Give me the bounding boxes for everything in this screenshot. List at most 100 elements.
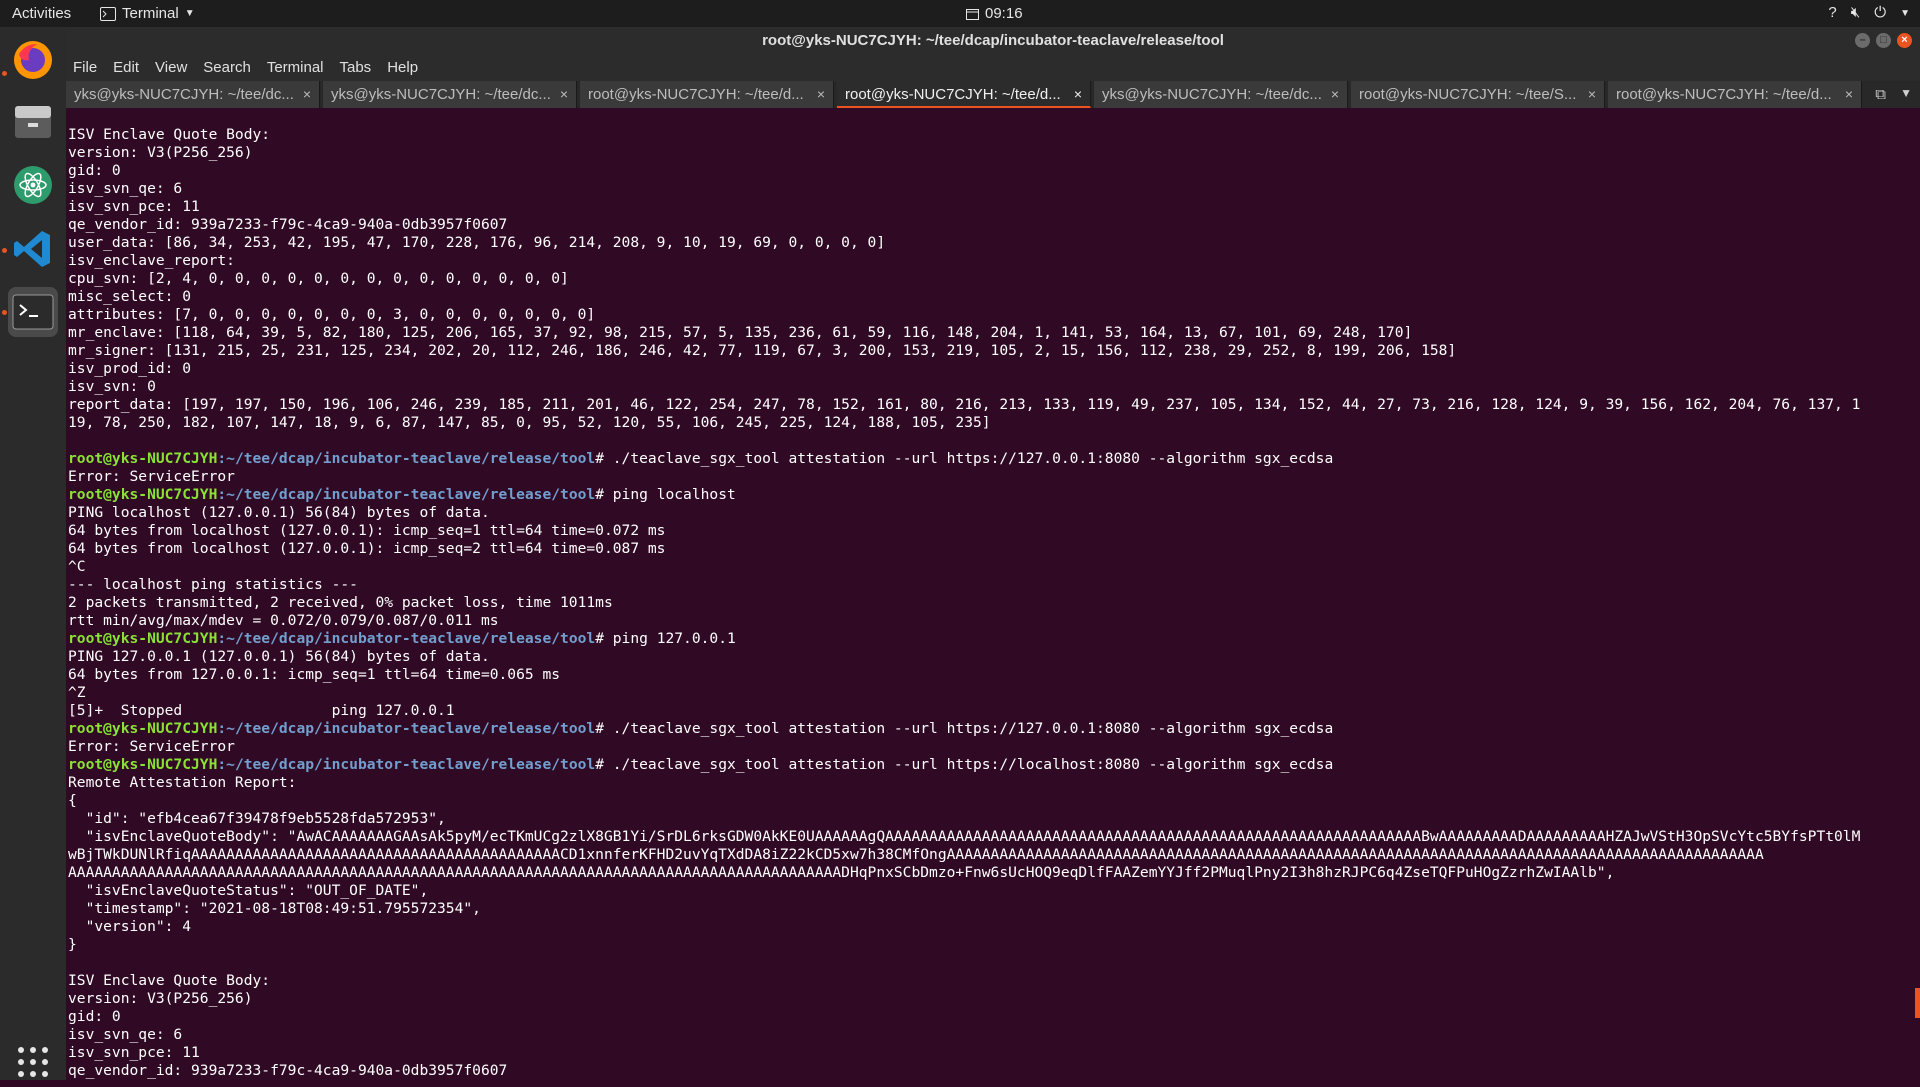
menu-terminal[interactable]: Terminal	[267, 55, 324, 81]
output-line: "isvEnclaveQuoteStatus": "OUT_OF_DATE",	[68, 882, 1914, 900]
close-icon[interactable]: ×	[817, 81, 825, 108]
menu-help[interactable]: Help	[387, 55, 418, 81]
close-icon[interactable]: ×	[1588, 81, 1596, 108]
firefox-icon[interactable]	[8, 35, 58, 85]
output-line: wBjTWkDUNlRfiqAAAAAAAAAAAAAAAAAAAAAAAAAA…	[68, 846, 1914, 864]
line-text: Remote Attestation Report:	[68, 774, 297, 791]
maximize-icon[interactable]: □	[1876, 33, 1891, 48]
new-tab-icon[interactable]: ⧉	[1875, 86, 1886, 103]
terminal-icon[interactable]	[8, 287, 58, 337]
window-titlebar[interactable]: root@yks-NUC7CJYH: ~/tee/dcap/incubator-…	[66, 27, 1920, 55]
tab-label: root@yks-NUC7CJYH: ~/tee/d...	[1616, 86, 1832, 103]
prompt-user-host: root@yks-NUC7CJYH	[68, 720, 218, 737]
output-line: qe_vendor_id: 939a7233-f79c-4ca9-940a-0d…	[68, 1062, 1914, 1080]
output-line: isv_enclave_report:	[68, 252, 1914, 270]
output-line: report_data: [197, 197, 150, 196, 106, 2…	[68, 396, 1914, 414]
output-line: Error: ServiceError	[68, 738, 1914, 756]
prompt-path: :~/tee/dcap/incubator-teaclave/release/t…	[217, 630, 596, 647]
line-text: ISV Enclave Quote Body:	[68, 972, 271, 989]
menu-bar: File Edit View Search Terminal Tabs Help	[66, 55, 1920, 81]
command-line: root@yks-NUC7CJYH:~/tee/dcap/incubator-t…	[68, 720, 1914, 738]
prompt-path: :~/tee/dcap/incubator-teaclave/release/t…	[217, 450, 596, 467]
files-icon[interactable]	[8, 97, 58, 147]
terminal-output[interactable]: ISV Enclave Quote Body: version: V3(P256_…	[68, 126, 1914, 1080]
window-title: root@yks-NUC7CJYH: ~/tee/dcap/incubator-…	[762, 32, 1224, 49]
prompt-user-host: root@yks-NUC7CJYH	[68, 450, 218, 467]
menu-search[interactable]: Search	[203, 55, 251, 81]
output-line: qe_vendor_id: 939a7233-f79c-4ca9-940a-0d…	[68, 216, 1914, 234]
menu-view[interactable]: View	[155, 55, 187, 81]
line-text	[68, 432, 77, 449]
minimize-icon[interactable]: –	[1855, 33, 1870, 48]
output-line: gid: 0	[68, 162, 1914, 180]
terminal-tab[interactable]: root@yks-NUC7CJYH: ~/tee/d... ×	[580, 81, 834, 108]
close-icon[interactable]: ×	[560, 81, 568, 108]
terminal-tab[interactable]: yks@yks-NUC7CJYH: ~/tee/dc... ×	[323, 81, 577, 108]
line-text: # ping localhost	[595, 486, 736, 503]
atom-editor-icon[interactable]	[8, 160, 58, 210]
close-icon[interactable]: ×	[1845, 81, 1853, 108]
volume-muted-icon[interactable]: 🔇︎	[1851, 4, 1860, 24]
terminal-tab-active[interactable]: root@yks-NUC7CJYH: ~/tee/d... ×	[837, 81, 1091, 108]
running-indicator	[2, 71, 7, 76]
output-line: user_data: [86, 34, 253, 42, 195, 47, 17…	[68, 234, 1914, 252]
output-line: "version": 4	[68, 918, 1914, 936]
activities-button[interactable]: Activities	[12, 5, 71, 22]
running-indicator	[2, 248, 7, 253]
menu-file[interactable]: File	[73, 55, 97, 81]
output-line	[68, 432, 1914, 450]
output-line: isv_svn_qe: 6	[68, 1026, 1914, 1044]
chevron-down-icon[interactable]: ▼	[1900, 4, 1910, 24]
line-text: "isvEnclaveQuoteStatus": "OUT_OF_DATE",	[68, 882, 429, 899]
line-text: wBjTWkDUNlRfiqAAAAAAAAAAAAAAAAAAAAAAAAAA…	[68, 846, 1764, 863]
output-line: Error: ServiceError	[68, 468, 1914, 486]
chevron-down-icon: ▼	[184, 8, 195, 19]
help-icon[interactable]: ?	[1828, 4, 1836, 24]
output-line: {	[68, 792, 1914, 810]
close-icon[interactable]: ×	[1074, 81, 1082, 106]
top-bar: Activities Terminal ▼ 09:16 ? 🔇︎ ⏻ ▼	[0, 0, 1920, 27]
line-text: qe_vendor_id: 939a7233-f79c-4ca9-940a-0d…	[68, 216, 508, 233]
output-line: 19, 78, 250, 182, 107, 147, 18, 9, 6, 87…	[68, 414, 1914, 432]
command-line: root@yks-NUC7CJYH:~/tee/dcap/incubator-t…	[68, 630, 1914, 648]
app-menu[interactable]: Terminal ▼	[100, 5, 195, 22]
line-text: }	[68, 936, 77, 953]
tab-label: yks@yks-NUC7CJYH: ~/tee/dc...	[74, 86, 294, 103]
output-line: [5]+ Stopped ping 127.0.0.1	[68, 702, 1914, 720]
tab-label: root@yks-NUC7CJYH: ~/tee/d...	[588, 86, 804, 103]
scrollbar-indicator[interactable]	[1915, 988, 1920, 1018]
tab-label: root@yks-NUC7CJYH: ~/tee/S...	[1359, 86, 1577, 103]
tab-list-chevron-icon[interactable]: ▼	[1900, 86, 1912, 100]
line-text: Error: ServiceError	[68, 738, 235, 755]
prompt-user-host: root@yks-NUC7CJYH	[68, 486, 218, 503]
close-icon[interactable]: ×	[303, 81, 311, 108]
output-line: 64 bytes from 127.0.0.1: icmp_seq=1 ttl=…	[68, 666, 1914, 684]
menu-tabs[interactable]: Tabs	[340, 55, 372, 81]
line-text: misc_select: 0	[68, 288, 192, 305]
output-line: version: V3(P256_256)	[68, 144, 1914, 162]
line-text: cpu_svn: [2, 4, 0, 0, 0, 0, 0, 0, 0, 0, …	[68, 270, 569, 287]
terminal-app-icon	[100, 6, 116, 21]
line-text: version: V3(P256_256)	[68, 144, 253, 161]
terminal-tab[interactable]: root@yks-NUC7CJYH: ~/tee/S... ×	[1351, 81, 1605, 108]
line-text: isv_svn_qe: 6	[68, 1026, 183, 1043]
line-text: AAAAAAAAAAAAAAAAAAAAAAAAAAAAAAAAAAAAAAAA…	[68, 864, 1615, 881]
clock[interactable]: 09:16	[966, 5, 1023, 22]
output-line: cpu_svn: [2, 4, 0, 0, 0, 0, 0, 0, 0, 0, …	[68, 270, 1914, 288]
line-text: version: V3(P256_256)	[68, 990, 253, 1007]
output-line: }	[68, 936, 1914, 954]
terminal-tab[interactable]: yks@yks-NUC7CJYH: ~/tee/dc... ×	[1094, 81, 1348, 108]
close-icon[interactable]: ×	[1331, 81, 1339, 108]
system-tray[interactable]: ? 🔇︎ ⏻ ▼	[1828, 4, 1910, 24]
vscode-icon[interactable]	[8, 224, 58, 274]
power-icon[interactable]: ⏻	[1874, 4, 1886, 24]
terminal-tab[interactable]: root@yks-NUC7CJYH: ~/tee/d... ×	[1608, 81, 1862, 108]
line-text: isv_svn_qe: 6	[68, 180, 183, 197]
close-icon[interactable]: ×	[1897, 33, 1912, 48]
line-text: Error: ServiceError	[68, 468, 235, 485]
line-text: ^Z	[68, 684, 86, 701]
output-line: ISV Enclave Quote Body:	[68, 972, 1914, 990]
terminal-tab[interactable]: yks@yks-NUC7CJYH: ~/tee/dc... ×	[66, 81, 320, 108]
output-line: rtt min/avg/max/mdev = 0.072/0.079/0.087…	[68, 612, 1914, 630]
menu-edit[interactable]: Edit	[113, 55, 139, 81]
